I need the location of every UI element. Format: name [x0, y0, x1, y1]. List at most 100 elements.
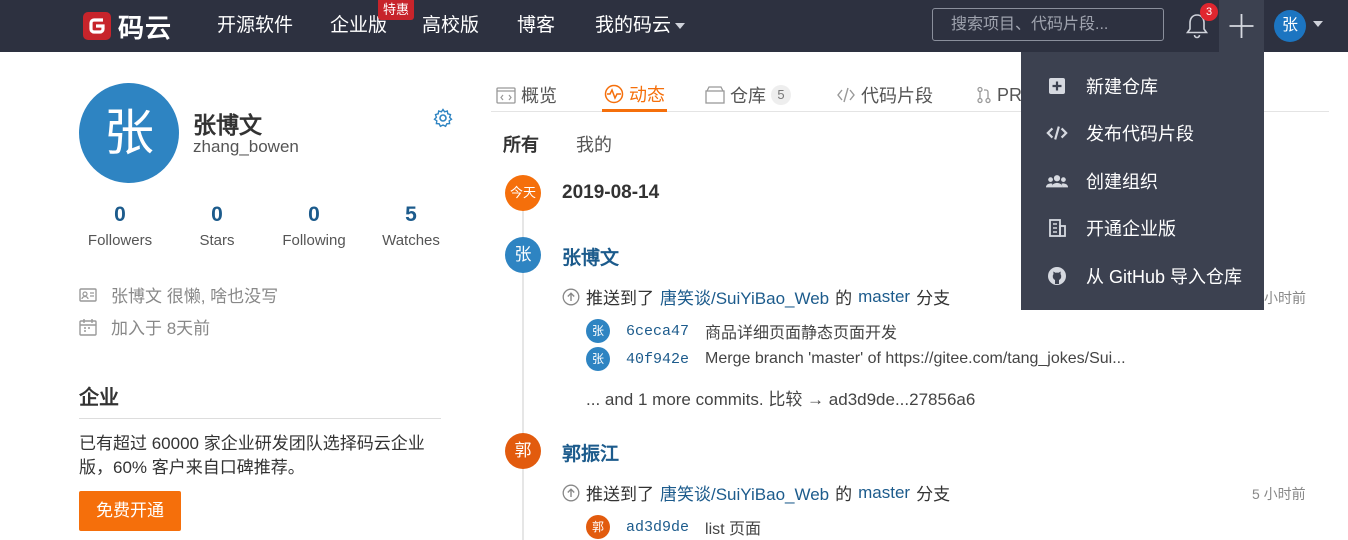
stat-number: 0	[308, 203, 320, 226]
nav-opensource[interactable]: 开源软件	[217, 0, 293, 52]
menu-item-label: 从 GitHub 导入仓库	[1086, 266, 1243, 287]
code-window-icon	[496, 86, 516, 104]
menu-item-new-snippet[interactable]: 发布代码片段	[1021, 110, 1264, 158]
nav-university[interactable]: 高校版	[422, 0, 479, 52]
upload-icon	[562, 484, 580, 501]
gitee-logo-icon	[83, 12, 111, 40]
commit-sha-link[interactable]: 40f942e	[626, 351, 689, 368]
avatar-chevron-down-icon[interactable]	[1313, 21, 1323, 27]
logo-text: 码云	[118, 12, 173, 43]
bio-text: 张博文 很懒, 啥也没写	[111, 287, 279, 306]
commit-sha-link[interactable]: ad3d9de	[626, 519, 689, 536]
of-text: 的	[835, 289, 853, 308]
stat-label: Followers	[87, 232, 153, 249]
building-icon	[1046, 217, 1068, 239]
code-icon	[1046, 122, 1068, 144]
tab-activity[interactable]: 动态	[602, 78, 667, 112]
tab-label: PR	[997, 84, 1023, 105]
plus-square-icon	[1046, 75, 1068, 97]
gear-icon[interactable]	[433, 108, 453, 128]
commit-author-avatar[interactable]: 郭	[586, 515, 610, 539]
commit-row: 郭 ad3d9de list 页面	[586, 515, 761, 539]
tab-snippets[interactable]: 代码片段	[836, 78, 933, 112]
search-input[interactable]	[932, 8, 1164, 41]
timeline-date: 2019-08-14	[562, 182, 660, 203]
event-avatar[interactable]: 张	[505, 237, 541, 273]
users-icon	[1046, 170, 1068, 192]
enterprise-section-title: 企业	[79, 381, 441, 419]
commit-message: 商品详细页面静态页面开发	[705, 325, 898, 342]
stat-label: Watches	[382, 232, 440, 249]
promo-badge: 特惠	[378, 0, 415, 20]
user-avatar[interactable]: 张	[1274, 10, 1306, 42]
code-icon	[837, 87, 855, 103]
event-actor[interactable]: 郭振江	[562, 439, 619, 466]
create-menu-button[interactable]	[1219, 0, 1264, 52]
commit-sha-link[interactable]: 6ceca47	[626, 323, 689, 340]
stat-number: 0	[114, 203, 126, 226]
commit-author-avatar[interactable]: 张	[586, 347, 610, 371]
repo-link[interactable]: 唐笑谈/SuiYiBao_Web	[660, 284, 829, 309]
chevron-down-icon	[675, 22, 686, 29]
github-icon	[1046, 265, 1068, 287]
suffix-text: 分支	[916, 289, 951, 308]
activity-icon	[604, 84, 624, 103]
stat-stars[interactable]: 0 Stars	[172, 202, 262, 249]
enterprise-description: 已有超过 60000 家企业研发团队选择码云企业版，60% 客户来自口碑推荐。	[79, 434, 425, 477]
tab-label: 概览	[521, 86, 557, 106]
branch-link[interactable]: master	[858, 483, 910, 503]
menu-item-enterprise[interactable]: 开通企业版	[1021, 205, 1264, 253]
pull-request-icon	[977, 86, 991, 104]
filter-mine[interactable]: 我的	[576, 131, 612, 157]
more-commits-compare-link[interactable]: ... and 1 more commits. 比较 → ad3d9de...2…	[586, 385, 975, 410]
stat-watches[interactable]: 5 Watches	[366, 202, 456, 249]
box-icon	[705, 86, 725, 104]
commit-row: 张 6ceca47 商品详细页面静态页面开发	[586, 319, 897, 343]
of-text: 的	[835, 485, 853, 504]
tab-label: 仓库	[730, 86, 766, 106]
notification-count-badge: 3	[1200, 3, 1218, 21]
tab-pull-requests[interactable]: PR	[976, 78, 1022, 112]
logo[interactable]: 码云	[82, 10, 173, 43]
event-actor[interactable]: 张博文	[562, 243, 619, 270]
stat-label: Following	[282, 232, 346, 249]
stat-number: 0	[211, 203, 223, 226]
nav-my-gitee[interactable]: 我的码云	[595, 0, 686, 52]
commit-message: list 页面	[705, 521, 762, 538]
today-marker: 今天	[505, 175, 541, 211]
branch-link[interactable]: master	[858, 287, 910, 307]
event-avatar[interactable]: 郭	[505, 433, 541, 469]
free-trial-button[interactable]: 免费开通	[79, 491, 181, 531]
profile-joined: 加入于 8天前	[79, 314, 210, 339]
commit-message: Merge branch 'master' of https://gitee.c…	[705, 350, 1126, 367]
filter-all[interactable]: 所有	[503, 131, 539, 157]
stat-followers[interactable]: 0 Followers	[75, 202, 165, 249]
menu-item-label: 开通企业版	[1086, 219, 1176, 240]
tab-overview[interactable]: 概览	[496, 78, 557, 112]
commit-row: 张 40f942e Merge branch 'master' of https…	[586, 347, 1126, 371]
event-time: 小时前	[1264, 290, 1306, 306]
top-navbar: 码云 开源软件 企业版 特惠 高校版 博客 我的码云 3 张	[0, 0, 1348, 52]
nav-my-gitee-label: 我的码云	[595, 15, 672, 36]
menu-item-new-repo[interactable]: 新建仓库	[1021, 62, 1264, 110]
calendar-icon	[79, 318, 97, 336]
tab-repositories[interactable]: 仓库 5	[705, 78, 791, 112]
id-card-icon	[79, 287, 97, 302]
event-push-line: 推送到了 唐笑谈/SuiYiBao_Web 的 master 分支	[562, 480, 950, 505]
commit-author-avatar[interactable]: 张	[586, 319, 610, 343]
nav-blog[interactable]: 博客	[517, 0, 555, 52]
repo-link[interactable]: 唐笑谈/SuiYiBao_Web	[660, 480, 829, 505]
joined-text: 加入于 8天前	[111, 319, 211, 338]
stat-following[interactable]: 0 Following	[269, 202, 359, 249]
stat-label: Stars	[199, 232, 235, 249]
menu-item-import-github[interactable]: 从 GitHub 导入仓库	[1021, 252, 1264, 300]
menu-item-label: 创建组织	[1086, 171, 1158, 192]
menu-item-new-org[interactable]: 创建组织	[1021, 157, 1264, 205]
tab-label: 代码片段	[861, 86, 933, 106]
upload-icon	[562, 288, 580, 305]
suffix-text: 分支	[916, 485, 951, 504]
menu-item-label: 发布代码片段	[1086, 124, 1194, 145]
action-text: 推送到了	[586, 289, 654, 308]
event-time: 5 小时前	[1252, 486, 1306, 502]
plus-icon	[1229, 14, 1254, 38]
